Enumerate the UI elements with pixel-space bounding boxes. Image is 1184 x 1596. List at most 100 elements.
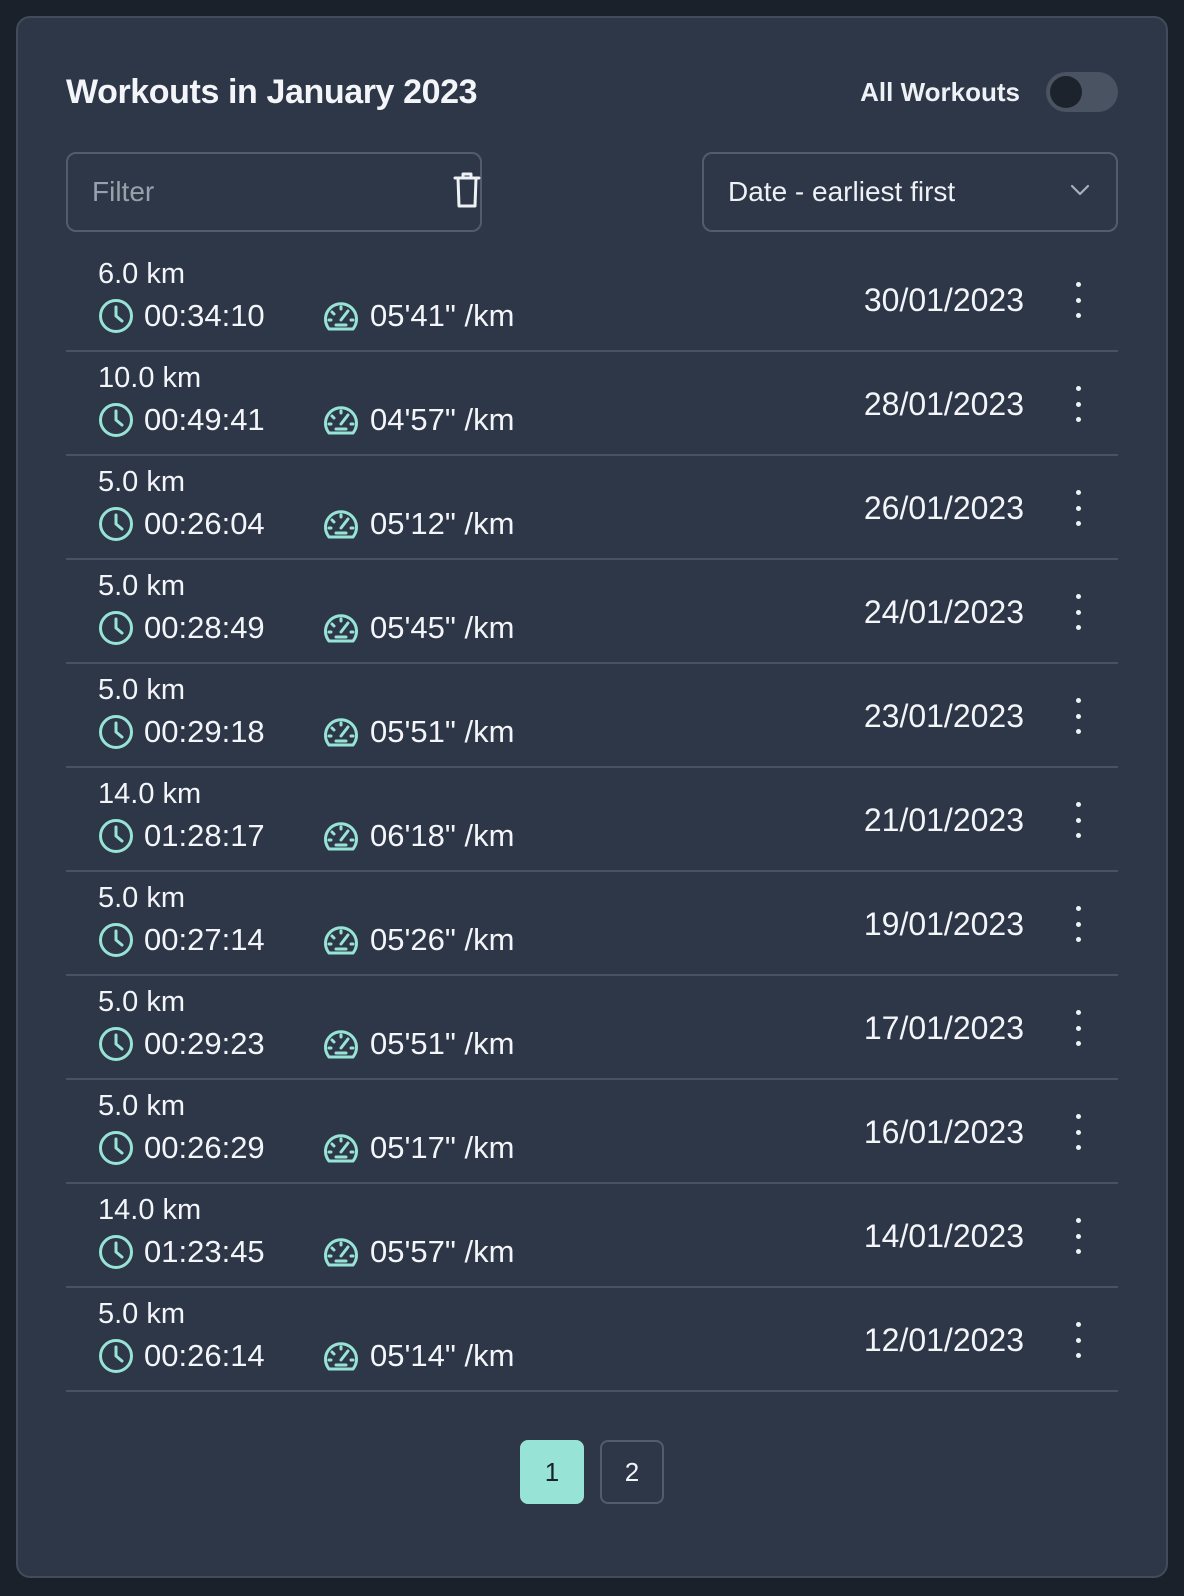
workout-date: 16/01/2023 bbox=[863, 1114, 1024, 1150]
workout-date: 19/01/2023 bbox=[863, 906, 1024, 942]
page-button-2[interactable]: 2 bbox=[600, 1440, 664, 1504]
duration-value: 00:34:10 bbox=[144, 298, 265, 333]
pace-value: 05'57" /km bbox=[370, 1234, 515, 1269]
workout-distance: 5.0 km bbox=[98, 986, 186, 1018]
workout-duration: 01:28:17 bbox=[98, 818, 322, 854]
workout-row[interactable]: 14.0 km 01:28:17 06'18" /km 21/01/2023 bbox=[66, 768, 1118, 872]
more-vertical-icon[interactable] bbox=[1062, 1322, 1094, 1358]
workout-date: 14/01/2023 bbox=[863, 1218, 1024, 1254]
workout-distance: 5.0 km bbox=[98, 570, 186, 602]
workout-row[interactable]: 14.0 km 01:23:45 05'57" /km 14/01/2023 bbox=[66, 1184, 1118, 1288]
workout-duration: 00:26:29 bbox=[98, 1130, 322, 1166]
pace-value: 04'57" /km bbox=[370, 402, 515, 437]
workout-date: 28/01/2023 bbox=[863, 386, 1024, 422]
workout-stats: 00:29:23 05'51" /km bbox=[98, 1024, 514, 1064]
workout-row[interactable]: 5.0 km 00:27:14 05'26" /km 19/01/2023 bbox=[66, 872, 1118, 976]
all-workouts-toggle-group: All Workouts bbox=[860, 72, 1118, 112]
duration-value: 00:26:04 bbox=[144, 506, 265, 541]
clock-icon bbox=[98, 402, 134, 438]
more-vertical-icon[interactable] bbox=[1062, 1010, 1094, 1046]
all-workouts-toggle[interactable] bbox=[1046, 72, 1118, 112]
speedometer-icon bbox=[322, 1234, 360, 1270]
pace-value: 05'41" /km bbox=[370, 298, 515, 333]
page-title: Workouts in January 2023 bbox=[66, 72, 478, 111]
workout-date: 17/01/2023 bbox=[863, 1010, 1024, 1046]
workout-distance: 6.0 km bbox=[98, 258, 186, 290]
workout-row[interactable]: 6.0 km 00:34:10 05'41" /km 30/01/2023 bbox=[66, 248, 1118, 352]
filter-input[interactable] bbox=[68, 154, 453, 230]
workout-row[interactable]: 5.0 km 00:28:49 05'45" /km 24/01/2023 bbox=[66, 560, 1118, 664]
workout-row[interactable]: 5.0 km 00:26:14 05'14" /km 12/01/2023 bbox=[66, 1288, 1118, 1392]
speedometer-icon bbox=[322, 922, 360, 958]
speedometer-icon bbox=[322, 1338, 360, 1374]
clock-icon bbox=[98, 1130, 134, 1166]
more-vertical-icon[interactable] bbox=[1062, 490, 1094, 526]
list-controls: Date - earliest first bbox=[66, 152, 1118, 232]
workout-pace: 04'57" /km bbox=[322, 402, 514, 438]
workout-row[interactable]: 5.0 km 00:26:29 05'17" /km 16/01/2023 bbox=[66, 1080, 1118, 1184]
workout-pace: 05'12" /km bbox=[322, 506, 514, 542]
workouts-panel: Workouts in January 2023 All Workouts Fi… bbox=[16, 16, 1168, 1578]
more-vertical-icon[interactable] bbox=[1062, 282, 1094, 318]
clock-icon bbox=[98, 714, 134, 750]
clear-filter-button[interactable] bbox=[453, 170, 481, 214]
workout-pace: 05'41" /km bbox=[322, 298, 514, 334]
workout-duration: 00:26:04 bbox=[98, 506, 322, 542]
speedometer-icon bbox=[322, 818, 360, 854]
more-vertical-icon[interactable] bbox=[1062, 1114, 1094, 1150]
sort-selected-value: Date - earliest first bbox=[728, 176, 956, 207]
workout-pace: 05'17" /km bbox=[322, 1130, 514, 1166]
workout-row[interactable]: 5.0 km 00:29:23 05'51" /km 17/01/2023 bbox=[66, 976, 1118, 1080]
more-vertical-icon[interactable] bbox=[1062, 906, 1094, 942]
workout-date: 24/01/2023 bbox=[863, 594, 1024, 630]
workout-date: 23/01/2023 bbox=[863, 698, 1024, 734]
more-vertical-icon[interactable] bbox=[1062, 1218, 1094, 1254]
all-workouts-label: All Workouts bbox=[860, 76, 1020, 107]
workout-stats: 01:28:17 06'18" /km bbox=[98, 816, 514, 856]
pace-value: 05'26" /km bbox=[370, 922, 515, 957]
workout-pace: 05'45" /km bbox=[322, 610, 514, 646]
more-vertical-icon[interactable] bbox=[1062, 698, 1094, 734]
pagination: 12 bbox=[18, 1440, 1166, 1504]
workout-date: 30/01/2023 bbox=[863, 282, 1024, 318]
workout-date: 12/01/2023 bbox=[863, 1322, 1024, 1358]
clock-icon bbox=[98, 1234, 134, 1270]
duration-value: 01:23:45 bbox=[144, 1234, 265, 1269]
workout-distance: 5.0 km bbox=[98, 1298, 186, 1330]
workout-duration: 01:23:45 bbox=[98, 1234, 322, 1270]
workout-distance: 5.0 km bbox=[98, 882, 186, 914]
more-vertical-icon[interactable] bbox=[1062, 386, 1094, 422]
speedometer-icon bbox=[322, 714, 360, 750]
workout-pace: 05'14" /km bbox=[322, 1338, 514, 1374]
workout-row[interactable]: 5.0 km 00:26:04 05'12" /km 26/01/2023 bbox=[66, 456, 1118, 560]
workout-duration: 00:28:49 bbox=[98, 610, 322, 646]
page-button-1[interactable]: 1 bbox=[520, 1440, 584, 1504]
workout-date: 21/01/2023 bbox=[863, 802, 1024, 838]
workout-pace: 06'18" /km bbox=[322, 818, 514, 854]
workout-stats: 00:26:29 05'17" /km bbox=[98, 1128, 514, 1168]
duration-value: 01:28:17 bbox=[144, 818, 265, 853]
workout-duration: 00:34:10 bbox=[98, 298, 322, 334]
panel-header: Workouts in January 2023 All Workouts bbox=[66, 68, 1118, 116]
workout-stats: 00:28:49 05'45" /km bbox=[98, 608, 514, 648]
speedometer-icon bbox=[322, 402, 360, 438]
workout-date: 26/01/2023 bbox=[863, 490, 1024, 526]
workout-stats: 00:49:41 04'57" /km bbox=[98, 400, 514, 440]
clock-icon bbox=[98, 1026, 134, 1062]
workout-distance: 14.0 km bbox=[98, 778, 202, 810]
speedometer-icon bbox=[322, 1130, 360, 1166]
more-vertical-icon[interactable] bbox=[1062, 594, 1094, 630]
duration-value: 00:28:49 bbox=[144, 610, 265, 645]
more-vertical-icon[interactable] bbox=[1062, 802, 1094, 838]
pace-value: 05'51" /km bbox=[370, 1026, 515, 1061]
workout-distance: 10.0 km bbox=[98, 362, 202, 394]
workout-duration: 00:26:14 bbox=[98, 1338, 322, 1374]
workout-pace: 05'26" /km bbox=[322, 922, 514, 958]
sort-dropdown[interactable]: Date - earliest first bbox=[702, 152, 1118, 232]
clock-icon bbox=[98, 922, 134, 958]
workout-stats: 00:34:10 05'41" /km bbox=[98, 296, 514, 336]
clock-icon bbox=[98, 610, 134, 646]
pace-value: 06'18" /km bbox=[370, 818, 515, 853]
workout-row[interactable]: 5.0 km 00:29:18 05'51" /km 23/01/2023 bbox=[66, 664, 1118, 768]
workout-row[interactable]: 10.0 km 00:49:41 04'57" /km 28/01/2023 bbox=[66, 352, 1118, 456]
